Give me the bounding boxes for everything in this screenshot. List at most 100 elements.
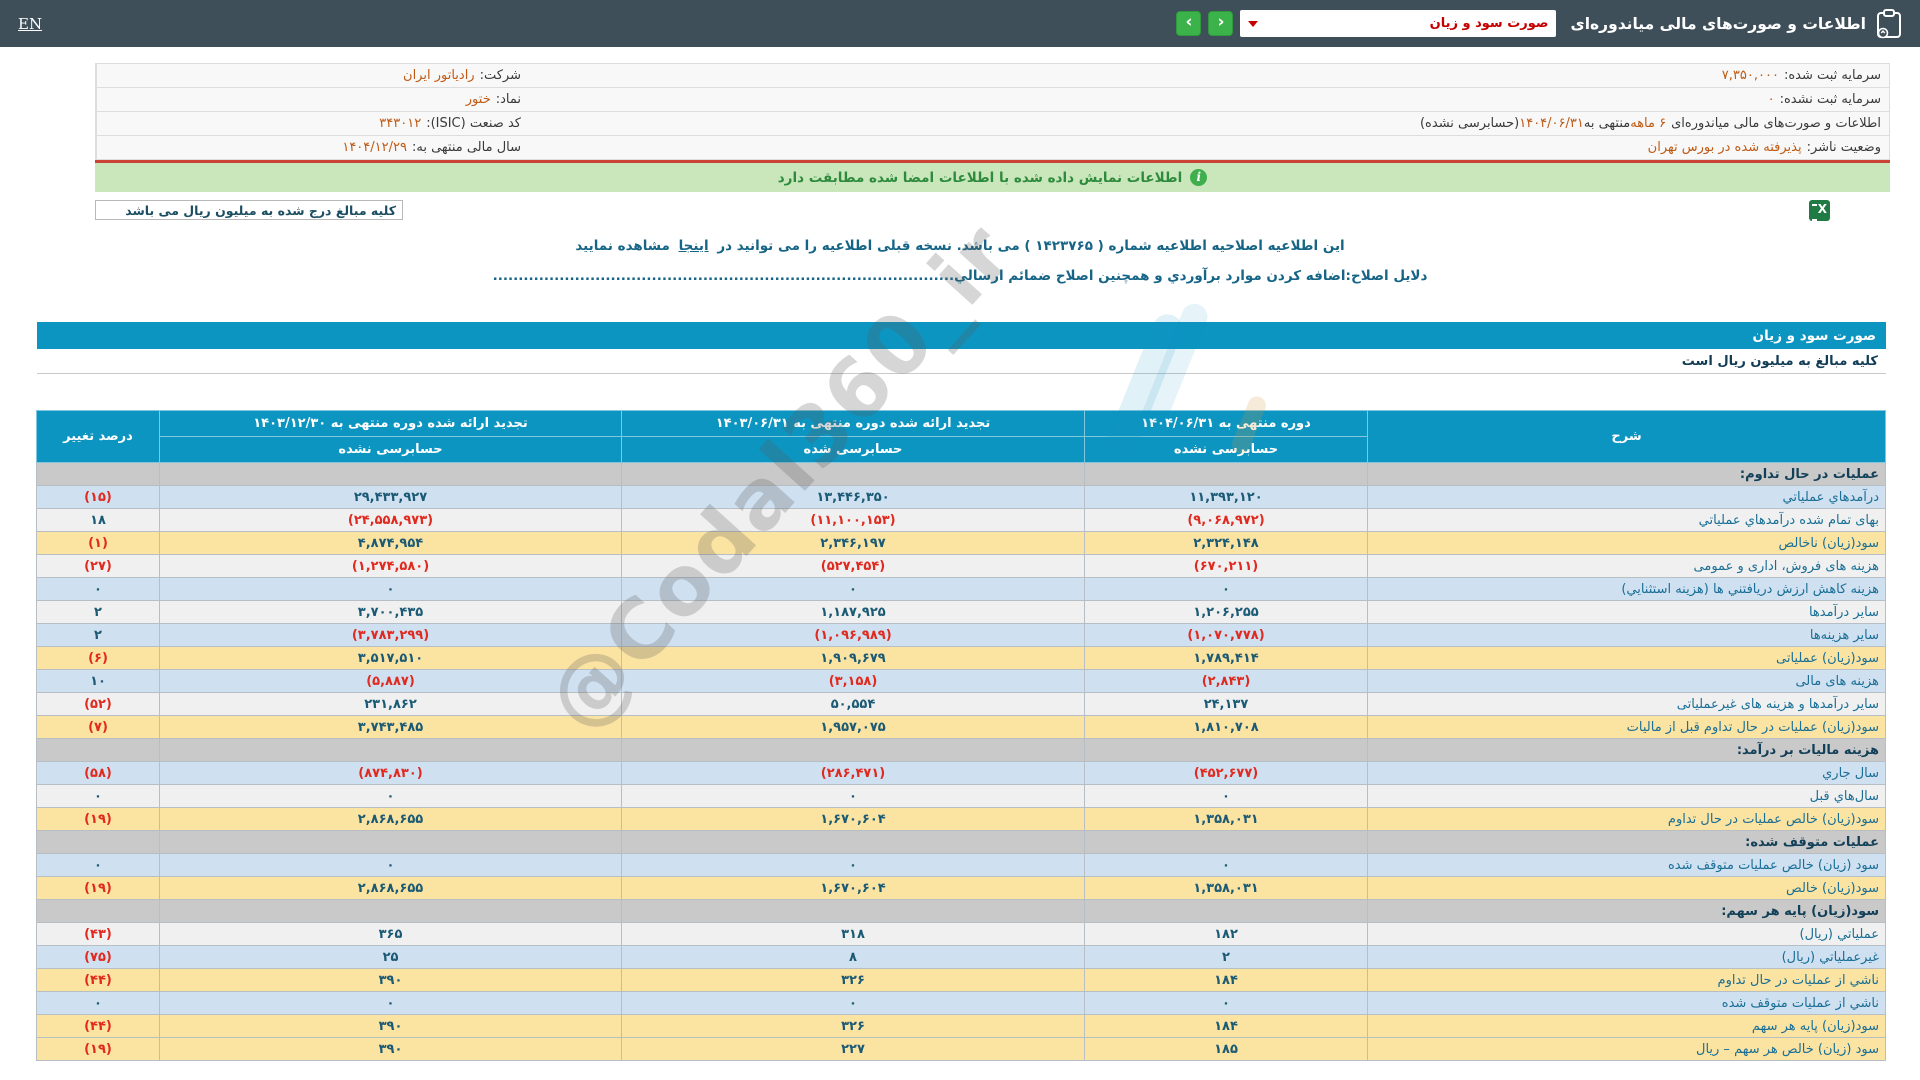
statement-title: صورت سود و زیان	[1752, 327, 1876, 344]
value-change-percent: ۲	[36, 600, 160, 624]
unregistered-capital-value: ۰	[1767, 92, 1775, 107]
pl-data-row: سود(زیان) خالص ۱,۳۵۸,۰۳۱ ۱,۶۷۰,۶۰۴ ۲,۸۶۸,۶۵…	[36, 876, 1886, 900]
value-current: ۱۸۲	[1084, 922, 1368, 946]
info-row-2: سرمایه ثبت نشده: ۰ نماد: ختور	[96, 88, 1889, 112]
value-restated-6m: (۲۸۶,۴۷۱)	[621, 761, 1085, 785]
unregistered-capital-label: سرمایه ثبت نشده:	[1779, 92, 1881, 107]
value-restated-6m: ۳۱۸	[621, 922, 1085, 946]
row-label: سایر درآمدها	[1367, 600, 1886, 624]
value-restated-6m: (۵۲۷,۴۵۴)	[621, 554, 1085, 578]
value-current: (۲,۸۴۳)	[1084, 669, 1368, 693]
row-label: سال جاري	[1367, 761, 1886, 785]
header-description: شرح	[1367, 410, 1886, 463]
row-label: سال‌هاي قبل	[1367, 784, 1886, 808]
value-current: ۱,۲۰۶,۲۵۵	[1084, 600, 1368, 624]
value-restated-6m: ۱,۶۷۰,۶۰۴	[621, 876, 1085, 900]
value-restated-12m: ۳,۵۱۷,۵۱۰	[159, 646, 622, 670]
statement-subtitle: کلیه مبالغ به میلیون ریال است	[1681, 353, 1878, 369]
row-label: سود(زیان) پایه هر سهم:	[1367, 899, 1886, 923]
registered-capital-cell: سرمایه ثبت شده: ۷,۳۵۰,۰۰۰	[529, 64, 1889, 87]
chevron-down-icon	[1248, 20, 1259, 27]
symbol-label: نماد:	[495, 92, 521, 107]
value-restated-12m: ۳,۷۰۰,۴۳۵	[159, 600, 622, 624]
value-change-percent: (۴۳)	[36, 922, 160, 946]
value-current: ۱,۳۵۸,۰۳۱	[1084, 807, 1368, 831]
fiscal-year-label: سال مالی منتهی به:	[411, 140, 521, 155]
value-restated-6m: ۰	[621, 784, 1085, 808]
header-restated-12m: تجدید ارائه شده دوره منتهی به ۱۴۰۳/۱۲/۳۰	[159, 410, 622, 437]
row-label: سود(زیان) عملیات در حال تداوم قبل از مال…	[1367, 715, 1886, 739]
value-change-percent	[36, 899, 160, 923]
value-current	[1084, 830, 1368, 854]
pl-section-row: عملیات در حال تداوم:	[36, 462, 1886, 486]
value-restated-6m: ۰	[621, 991, 1085, 1015]
pl-table-header: شرح دوره منتهی به ۱۴۰۴/۰۶/۳۱ تجدید ارائه…	[36, 410, 1886, 463]
value-current: ۱,۸۱۰,۷۰۸	[1084, 715, 1368, 739]
row-label: سود(زیان) خالص	[1367, 876, 1886, 900]
row-label: درآمدهاي عملياتي	[1367, 485, 1886, 509]
row-label: سود (زیان) خالص عملیات متوقف شده	[1367, 853, 1886, 877]
value-restated-12m: ۳۹۰	[159, 1014, 622, 1038]
previous-version-link[interactable]: اینجا	[679, 238, 709, 254]
profit-loss-table: شرح دوره منتهی به ۱۴۰۴/۰۶/۳۱ تجدید ارائه…	[36, 410, 1886, 1061]
value-restated-6m: ۱۳,۴۴۶,۳۵۰	[621, 485, 1085, 509]
amendment-text-post: مشاهده نمایید	[575, 238, 670, 254]
value-restated-6m: (۱۱,۱۰۰,۱۵۳)	[621, 508, 1085, 532]
info-row-3: اطلاعات و صورت‌های مالی میاندوره‌ای ۶ ما…	[96, 112, 1889, 136]
value-change-percent: ۰	[36, 577, 160, 601]
statement-title-bar: صورت سود و زیان	[37, 322, 1886, 349]
value-restated-6m: ۰	[621, 853, 1085, 877]
value-current: ۰	[1084, 991, 1368, 1015]
value-change-percent: (۴۴)	[36, 1014, 160, 1038]
value-current: ۲,۳۲۴,۱۴۸	[1084, 531, 1368, 555]
value-change-percent: (۷۵)	[36, 945, 160, 969]
pl-data-row: هزینه های مالی (۲,۸۴۳) (۳,۱۵۸) (۵,۸۸۷) ۱۰	[36, 669, 1886, 693]
row-label: عملیات در حال تداوم:	[1367, 462, 1886, 486]
pl-data-row: سود(زیان) ناخالص ۲,۳۲۴,۱۴۸ ۲,۳۴۶,۱۹۷ ۴,۸۷۴,…	[36, 531, 1886, 555]
row-label: عملیاتي (ریال)	[1367, 922, 1886, 946]
pl-data-row: بهای تمام شده درآمدهاي عملياتي (۹,۰۶۸,۹۷۲…	[36, 508, 1886, 532]
value-change-percent: (۱۵)	[36, 485, 160, 509]
row-label: سود(زیان) ناخالص	[1367, 531, 1886, 555]
symbol-cell: نماد: ختور	[96, 88, 529, 111]
value-current: (۹,۰۶۸,۹۷۲)	[1084, 508, 1368, 532]
prev-report-button[interactable]: ‹	[1208, 11, 1234, 36]
pl-data-row: عملیاتي (ریال) ۱۸۲ ۳۱۸ ۳۶۵ (۴۳)	[36, 922, 1886, 946]
value-current: ۲	[1084, 945, 1368, 969]
value-restated-12m: (۲۴,۵۵۸,۹۷۳)	[159, 508, 622, 532]
value-restated-6m	[621, 738, 1085, 762]
report-type-select[interactable]: صورت سود و زیان	[1240, 10, 1557, 37]
company-label: شرکت:	[479, 68, 521, 83]
language-switch-link[interactable]: EN	[18, 15, 42, 33]
fiscal-year-value: ۱۴۰۴/۱۲/۲۹	[342, 140, 407, 155]
excel-export-icon[interactable]	[1809, 200, 1830, 221]
value-restated-6m: ۰	[621, 577, 1085, 601]
value-restated-12m: ۲۹,۴۳۳,۹۲۷	[159, 485, 622, 509]
header-current-period: دوره منتهی به ۱۴۰۴/۰۶/۳۱	[1084, 410, 1368, 437]
header-current-audit: حسابرسی نشده	[1084, 436, 1368, 463]
row-label: سایر درآمدها و هزینه های غیرعملیاتی	[1367, 692, 1886, 716]
fiscal-year-cell: سال مالی منتهی به: ۱۴۰۴/۱۲/۲۹	[96, 136, 529, 159]
company-name-value: رادیاتور ایران	[403, 68, 475, 83]
value-restated-12m: (۵,۸۸۷)	[159, 669, 622, 693]
next-report-button[interactable]: ›	[1176, 11, 1202, 36]
top-navigation-bar: اطلاعات و صورت‌های مالی میاندوره‌ای صورت…	[0, 0, 1920, 47]
amendment-reason-text: دلایل اصلاح:اضافه کردن موارد برآوردي و ه…	[954, 268, 1428, 284]
value-change-percent: ۱۸	[36, 508, 160, 532]
signature-match-text: اطلاعات نمایش داده شده با اطلاعات امضا ش…	[777, 169, 1183, 186]
pl-data-row: سود(زیان) پایه هر سهم ۱۸۴ ۳۲۶ ۳۹۰ (۴۴)	[36, 1014, 1886, 1038]
value-change-percent: ۰	[36, 784, 160, 808]
value-restated-12m: ۰	[159, 784, 622, 808]
value-restated-6m: ۲۲۷	[621, 1037, 1085, 1061]
amendment-reason: دلایل اصلاح:اضافه کردن موارد برآوردي و ه…	[0, 268, 1920, 284]
report-type-selected-value: صورت سود و زیان	[1429, 16, 1549, 31]
value-restated-6m: ۸	[621, 945, 1085, 969]
value-change-percent: (۲۷)	[36, 554, 160, 578]
value-current: (۱,۰۷۰,۷۷۸)	[1084, 623, 1368, 647]
value-restated-6m: ۱,۹۵۷,۰۷۵	[621, 715, 1085, 739]
period-audit-status: (حسابرسی نشده)	[1419, 116, 1520, 131]
pl-data-row: غیرعملیاتي (ریال) ۲ ۸ ۲۵ (۷۵)	[36, 945, 1886, 969]
value-restated-6m	[621, 899, 1085, 923]
header-restated-6m-audit: حسابرسی شده	[621, 436, 1085, 463]
period-prefix: اطلاعات و صورت‌های مالی میاندوره‌ای	[1671, 116, 1881, 131]
